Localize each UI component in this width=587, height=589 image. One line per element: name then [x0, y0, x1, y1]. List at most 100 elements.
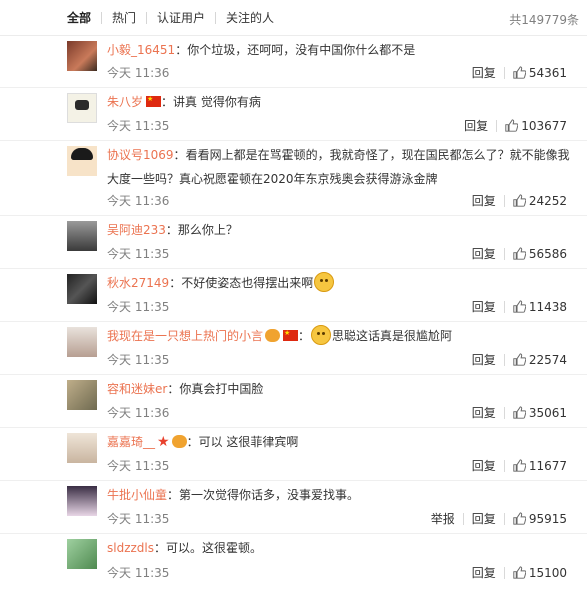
reply-button[interactable]: 回复 [472, 510, 496, 527]
comment-actions: 回复 22574 [472, 351, 567, 368]
like-button[interactable]: 24252 [513, 194, 567, 208]
username[interactable]: 吴阿迪233 [107, 223, 166, 237]
tab-all[interactable]: 全部 [67, 9, 91, 26]
china-flag-badge-icon [146, 94, 162, 107]
avatar[interactable] [67, 433, 97, 463]
comment-time: 今天 11:36 [107, 194, 170, 208]
like-count: 103677 [521, 118, 567, 133]
comment-actions: 回复 54361 [472, 64, 567, 81]
reply-button[interactable]: 回复 [472, 245, 496, 262]
like-button[interactable]: 56586 [513, 247, 567, 261]
comment-text: 你个垃圾，还呵呵，没有中国你什么都不是 [187, 43, 416, 57]
username[interactable]: 秋水27149 [107, 276, 169, 290]
thumbs-up-icon [513, 66, 526, 79]
username[interactable]: 小毅_16451 [107, 43, 175, 57]
reply-button[interactable]: 回复 [464, 117, 488, 134]
like-button[interactable]: 35061 [513, 406, 567, 420]
reply-button[interactable]: 回复 [472, 457, 496, 474]
comment-item: 容和迷妹er：你真会打中国脸 今天 11:36 回复 35061 [0, 375, 587, 428]
reply-button[interactable]: 回复 [472, 351, 496, 368]
comment-actions: 回复 35061 [472, 404, 567, 421]
comment-time: 今天 11:36 [107, 66, 170, 80]
thumbs-up-icon [513, 459, 526, 472]
comment-item: 牛批小仙童：第一次觉得你话多，没事爱找事。 今天 11:35 举报 回复 959… [0, 481, 587, 534]
like-button[interactable]: 22574 [513, 353, 567, 367]
like-button[interactable]: 11677 [513, 459, 567, 473]
action-divider [503, 512, 505, 525]
comment-time: 今天 11:35 [107, 566, 170, 580]
action-divider [496, 119, 498, 132]
comment-time: 今天 11:35 [107, 353, 170, 367]
like-button[interactable]: 11438 [513, 300, 567, 314]
username[interactable]: 我现在是一只想上热门的小言 [107, 329, 263, 343]
comment-body: 小毅_16451：你个垃圾，还呵呵，没有中国你什么都不是 [107, 43, 416, 57]
like-button[interactable]: 15100 [513, 566, 567, 580]
username[interactable]: 朱八岁 [107, 95, 143, 109]
comment-body: 秋水27149：不好使姿态也得摆出来啊 [107, 271, 575, 295]
avatar[interactable] [67, 486, 97, 516]
like-count: 95915 [528, 511, 567, 526]
comment-text: 讲真 觉得你有病 [173, 95, 261, 109]
tab-hot[interactable]: 热门 [112, 9, 136, 26]
tab-following[interactable]: 关注的人 [226, 9, 274, 26]
thumbs-up-icon [513, 247, 526, 260]
action-divider [503, 194, 505, 207]
comment-actions: 回复 15100 [472, 564, 567, 581]
comment-body: 吴阿迪233：那么你上？ [107, 223, 238, 237]
comment-item: 嘉嘉琦__ ★ ：可以 这很菲律宾啊 今天 11:35 回复 11677 [0, 428, 587, 481]
username[interactable]: 嘉嘉琦__ [107, 435, 155, 449]
username[interactable]: 容和迷妹er [107, 382, 167, 396]
comment-text: 可以。这很霍顿。 [166, 541, 263, 555]
reply-button[interactable]: 回复 [472, 64, 496, 81]
action-divider [503, 247, 505, 260]
comment-actions: 回复 103677 [464, 117, 567, 134]
like-count: 15100 [528, 565, 567, 580]
reply-button[interactable]: 回复 [472, 564, 496, 581]
avatar[interactable] [67, 274, 97, 304]
avatar[interactable] [67, 380, 97, 410]
comment-actions: 回复 24252 [472, 192, 567, 209]
avatar[interactable] [67, 146, 97, 176]
comment-time: 今天 11:35 [107, 300, 170, 314]
comment-text: 思聪这话真是很尴尬阿 [332, 329, 453, 343]
comment-text: 你真会打中国脸 [179, 382, 264, 396]
like-count: 35061 [528, 405, 567, 420]
comment-item: 秋水27149：不好使姿态也得摆出来啊 今天 11:35 回复 11438 [0, 269, 587, 322]
action-divider [503, 459, 505, 472]
comment-item: sldzzdls：可以。这很霍顿。 今天 11:35 回复 15100 [0, 534, 587, 587]
like-button[interactable]: 95915 [513, 512, 567, 526]
tab-verified-users[interactable]: 认证用户 [157, 9, 205, 26]
comment-body: sldzzdls：可以。这很霍顿。 [107, 541, 263, 555]
reply-button[interactable]: 回复 [472, 404, 496, 421]
action-divider [503, 353, 505, 366]
username[interactable]: 牛批小仙童 [107, 488, 167, 502]
reply-button[interactable]: 回复 [472, 192, 496, 209]
like-button[interactable]: 54361 [513, 66, 567, 80]
thumbs-up-icon [505, 119, 519, 132]
thumbs-up-icon [513, 566, 526, 579]
username[interactable]: 协议号1069 [107, 148, 174, 162]
comment-actions: 举报 回复 95915 [431, 510, 567, 527]
avatar[interactable] [67, 327, 97, 357]
comment-body: 嘉嘉琦__ ★ ：可以 这很菲律宾啊 [107, 434, 299, 450]
comment-actions: 回复 56586 [472, 245, 567, 262]
like-count: 22574 [528, 352, 567, 367]
avatar[interactable] [67, 41, 97, 71]
avatar[interactable] [67, 539, 97, 569]
reply-button[interactable]: 回复 [472, 298, 496, 315]
tab-divider [146, 11, 148, 24]
avatar[interactable] [67, 93, 97, 123]
comment-text: 第一次觉得你话多，没事爱找事。 [179, 488, 360, 502]
username[interactable]: sldzzdls [107, 541, 154, 555]
tab-divider [215, 11, 217, 24]
comment-item: 协议号1069：看看网上都是在骂霍顿的，我就奇怪了，现在国民都怎么了？就不能像我… [0, 141, 587, 216]
avatar[interactable] [67, 221, 97, 251]
like-count: 54361 [528, 65, 567, 80]
report-button[interactable]: 举报 [431, 510, 455, 527]
tab-divider [101, 11, 103, 24]
china-flag-badge-icon [283, 328, 299, 341]
like-button[interactable]: 103677 [505, 119, 567, 133]
comment-text: 看看网上都是在骂霍顿的，我就奇怪了，现在国民都怎么了？就不能像我大度一些吗？真心… [107, 148, 570, 186]
comment-body: 牛批小仙童：第一次觉得你话多，没事爱找事。 [107, 488, 360, 502]
action-divider [503, 300, 505, 313]
